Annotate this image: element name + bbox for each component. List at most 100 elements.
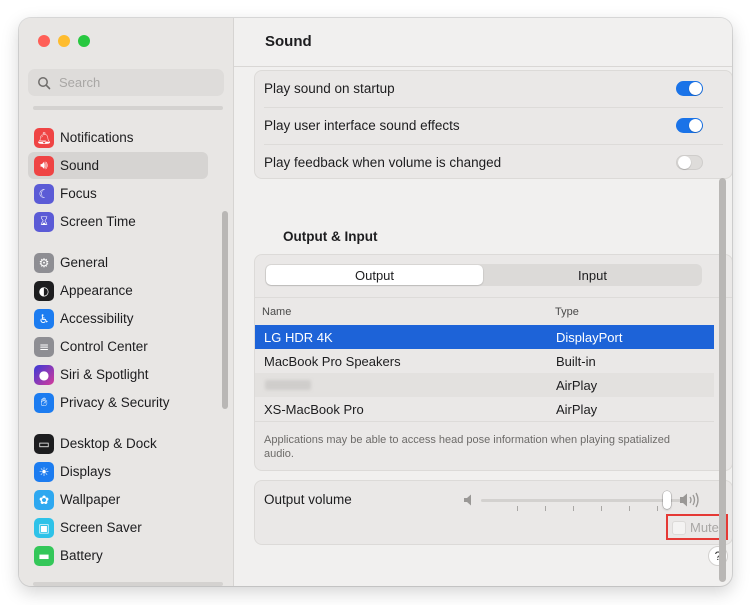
sidebar-item-label: Notifications xyxy=(60,130,134,145)
slider-tick xyxy=(545,506,546,511)
divider xyxy=(264,144,723,145)
window-controls xyxy=(38,35,90,47)
volume-feedback-toggle[interactable] xyxy=(676,155,703,170)
hand-icon: ✋︎ xyxy=(34,392,54,413)
search-field[interactable] xyxy=(28,69,224,96)
sidebar-item-label: Screen Time xyxy=(60,214,136,229)
divider xyxy=(255,297,732,298)
volume-slider-track[interactable] xyxy=(481,499,684,502)
sidebar-item-sound[interactable]: 🔊︎ Sound xyxy=(28,152,208,179)
table-row[interactable]: LG HDR 4K DisplayPort xyxy=(255,325,714,349)
sidebar-item-desktop-dock[interactable]: ▭ Desktop & Dock xyxy=(28,430,208,457)
sidebar-item-label: Accessibility xyxy=(60,311,134,326)
table-row[interactable]: AirPlay xyxy=(255,373,714,397)
sidebar-item-notifications[interactable]: 🔔︎ Notifications xyxy=(28,124,208,151)
sidebar: 🔔︎ Notifications 🔊︎ Sound ☾ Focus ⌛︎ Scr… xyxy=(19,18,234,586)
table-row[interactable]: XS-MacBook Pro AirPlay xyxy=(255,397,714,421)
page-title: Sound xyxy=(265,33,312,50)
mute-checkbox[interactable] xyxy=(672,521,686,535)
slider-tick xyxy=(629,506,630,511)
device-name: XS-MacBook Pro xyxy=(264,402,364,417)
device-name: LG HDR 4K xyxy=(264,330,333,345)
bell-icon: 🔔︎ xyxy=(34,127,54,148)
mute-label[interactable]: Mute xyxy=(690,520,719,535)
column-header-type[interactable]: Type xyxy=(555,306,579,318)
appearance-icon: ◐ xyxy=(34,280,54,301)
main-scrollbar[interactable] xyxy=(719,178,726,582)
siri-icon: ● xyxy=(34,364,54,385)
tab-output[interactable]: Output xyxy=(266,265,483,285)
hourglass-icon: ⌛︎ xyxy=(34,211,54,232)
device-type: AirPlay xyxy=(556,402,598,417)
head-pose-note: Applications may be able to access head … xyxy=(264,434,671,460)
sidebar-item-label: Focus xyxy=(60,186,97,201)
redacted-device-name xyxy=(265,380,311,390)
sidebar-scroll-hint xyxy=(33,582,223,586)
zoom-button[interactable] xyxy=(78,35,90,47)
sidebar-item-screen-time[interactable]: ⌛︎ Screen Time xyxy=(28,208,208,235)
ui-sound-effects-toggle[interactable] xyxy=(676,118,703,133)
sidebar-item-label: Control Center xyxy=(60,339,148,354)
column-header-name[interactable]: Name xyxy=(262,306,291,318)
sidebar-item-label: Desktop & Dock xyxy=(60,436,157,451)
sidebar-item-privacy-security[interactable]: ✋︎ Privacy & Security xyxy=(28,389,208,416)
sidebar-item-label: Siri & Spotlight xyxy=(60,367,149,382)
sidebar-scrollbar[interactable] xyxy=(222,211,228,409)
dock-icon: ▭ xyxy=(34,433,54,454)
sidebar-item-focus[interactable]: ☾ Focus xyxy=(28,180,208,207)
device-type: AirPlay xyxy=(556,378,598,393)
sidebar-item-label: Battery xyxy=(60,548,103,563)
sidebar-item-label: Displays xyxy=(60,464,112,479)
output-input-heading: Output & Input xyxy=(283,229,378,244)
tab-input[interactable]: Input xyxy=(484,265,701,285)
settings-window: 🔔︎ Notifications 🔊︎ Sound ☾ Focus ⌛︎ Scr… xyxy=(19,18,732,586)
slider-tick xyxy=(517,506,518,511)
gear-icon: ⚙︎ xyxy=(34,252,54,273)
sidebar-item-label: Sound xyxy=(60,158,100,173)
sidebar-item-control-center[interactable]: ≡ Control Center xyxy=(28,333,208,360)
sidebar-item-label: Screen Saver xyxy=(60,520,142,535)
sidebar-item-screen-saver[interactable]: ▣ Screen Saver xyxy=(28,514,208,541)
ui-sound-effects-label: Play user interface sound effects xyxy=(264,118,460,133)
divider xyxy=(255,421,714,422)
screensaver-icon: ▣ xyxy=(34,517,54,538)
sidebar-item-accessibility[interactable]: ♿︎ Accessibility xyxy=(28,305,208,332)
sidebar-item-siri-spotlight[interactable]: ● Siri & Spotlight xyxy=(28,361,208,388)
startup-sound-toggle[interactable] xyxy=(676,81,703,96)
device-name: MacBook Pro Speakers xyxy=(264,354,401,369)
moon-icon: ☾ xyxy=(34,183,54,204)
sidebar-item-label: Appearance xyxy=(60,283,133,298)
slider-tick xyxy=(601,506,602,511)
close-button[interactable] xyxy=(38,35,50,47)
output-input-card: Output Input Name Type LG HDR 4K Display… xyxy=(254,254,732,471)
search-input[interactable] xyxy=(57,74,221,91)
main-pane: Sound Play sound on startup Play user in… xyxy=(234,18,732,586)
sidebar-item-label: Wallpaper xyxy=(60,492,121,507)
divider xyxy=(264,107,723,108)
sidebar-item-general[interactable]: ⚙︎ General xyxy=(28,249,208,276)
sidebar-item-label: Privacy & Security xyxy=(60,395,170,410)
sidebar-item-wallpaper[interactable]: ✿ Wallpaper xyxy=(28,486,208,513)
title-bar: Sound xyxy=(234,18,732,67)
table-row[interactable]: MacBook Pro Speakers Built-in xyxy=(255,349,714,373)
slider-tick xyxy=(657,506,658,511)
volume-feedback-label: Play feedback when volume is changed xyxy=(264,155,502,170)
output-volume-label: Output volume xyxy=(264,492,352,507)
sidebar-item-displays[interactable]: ☀︎ Displays xyxy=(28,458,208,485)
sidebar-item-label: General xyxy=(60,255,109,270)
flower-icon: ✿ xyxy=(34,489,54,510)
battery-icon: ▬ xyxy=(34,545,54,566)
toggles-icon: ≡ xyxy=(34,336,54,357)
speaker-icon: 🔊︎ xyxy=(34,155,54,176)
search-icon xyxy=(38,76,51,89)
sidebar-item-appearance[interactable]: ◐ Appearance xyxy=(28,277,208,304)
speaker-low-icon xyxy=(464,494,471,506)
minimize-button[interactable] xyxy=(58,35,70,47)
device-type: Built-in xyxy=(556,354,596,369)
volume-slider-thumb[interactable] xyxy=(663,491,671,509)
sidebar-item-battery[interactable]: ▬ Battery xyxy=(28,542,208,569)
slider-tick xyxy=(573,506,574,511)
output-input-segmented-control: Output Input xyxy=(265,264,702,286)
device-type: DisplayPort xyxy=(556,330,623,345)
sidebar-scroll-hint xyxy=(33,106,223,110)
